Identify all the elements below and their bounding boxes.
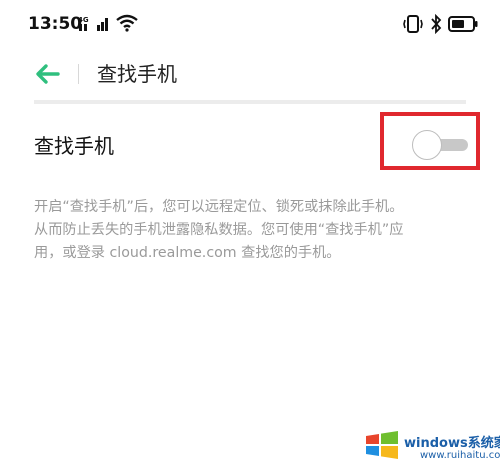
status-time: 13:50: [28, 14, 83, 34]
back-button[interactable]: [32, 58, 64, 90]
header-divider: [78, 64, 79, 84]
watermark-brand: windows系统家园: [404, 436, 500, 451]
find-phone-toggle[interactable]: [412, 130, 468, 160]
vibrate-icon: [402, 14, 424, 38]
battery-icon: [448, 15, 478, 37]
arrow-left-icon: [32, 64, 64, 94]
svg-text:4G: 4G: [78, 16, 89, 24]
page-title: 查找手机: [97, 62, 177, 86]
app-header: 查找手机: [0, 52, 500, 96]
wifi-icon: [116, 14, 138, 36]
bluetooth-icon: [429, 13, 443, 38]
setting-description: 开启“查找手机”后，您可以远程定位、锁死或抹除此手机。 从而防止丢失的手机泄露隐…: [34, 196, 474, 265]
description-line: 开启“查找手机”后，您可以远程定位、锁死或抹除此手机。: [34, 199, 404, 215]
status-bar: 13:50 4G: [0, 0, 500, 52]
setting-row-find-phone: 查找手机: [0, 110, 500, 176]
network-4g-icon: 4G: [78, 14, 92, 36]
signal-icon: [97, 14, 111, 36]
description-line: 用，或登录 cloud.realme.com 查找您的手机。: [34, 245, 341, 261]
setting-label: 查找手机: [34, 134, 114, 158]
description-line: 从而防止丢失的手机泄露隐私数据。您可使用“查找手机”应: [34, 222, 404, 238]
toggle-knob: [412, 130, 442, 160]
status-icons-right: [402, 13, 478, 38]
windows-logo-icon: [364, 430, 400, 464]
watermark: windows系统家园 www.ruihaitu.com: [364, 404, 500, 466]
status-icons-left: 4G: [78, 14, 138, 34]
header-underline: [34, 100, 466, 104]
watermark-url: www.ruihaitu.com: [420, 450, 500, 461]
